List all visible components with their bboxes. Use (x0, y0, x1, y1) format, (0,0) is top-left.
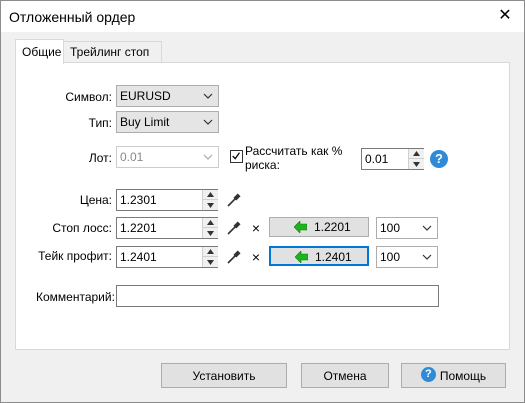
chevron-down-icon (203, 119, 213, 125)
take-profit-input[interactable]: 1.2401 (116, 246, 218, 268)
price-label: Цена: (79, 193, 112, 207)
symbol-value: EURUSD (120, 89, 171, 103)
chevron-down-icon (422, 254, 432, 260)
risk-percent-value: 0.01 (365, 152, 389, 166)
risk-percent-input[interactable]: 0.01 (361, 148, 424, 170)
take-profit-points-select[interactable]: 100 (376, 246, 438, 268)
cancel-button[interactable]: Отмена (301, 363, 389, 388)
price-input[interactable]: 1.2301 (116, 189, 218, 211)
take-profit-points-value: 100 (380, 250, 401, 264)
stop-loss-price-button[interactable]: 1.2201 (269, 217, 369, 237)
spin-down-icon[interactable] (203, 200, 218, 210)
lot-label: Лот: (88, 151, 112, 165)
clear-stop-loss-icon[interactable]: × (249, 221, 263, 235)
chevron-down-icon (203, 154, 213, 160)
tab-general[interactable]: Общие (15, 39, 64, 64)
window-title: Отложенный ордер (9, 9, 136, 25)
set-button[interactable]: Установить (161, 363, 287, 388)
tab-trailing-stop[interactable]: Трейлинг стоп (63, 41, 162, 63)
stop-loss-points-value: 100 (380, 221, 401, 235)
symbol-label: Символ: (65, 90, 112, 104)
spin-up-icon[interactable] (203, 218, 218, 228)
pipette-icon[interactable] (226, 249, 242, 265)
chevron-down-icon (422, 225, 432, 231)
risk-checkbox[interactable] (230, 150, 243, 163)
checkmark-icon (232, 152, 240, 160)
clear-take-profit-icon[interactable]: × (249, 250, 263, 264)
spin-down-icon[interactable] (203, 257, 218, 267)
pipette-icon[interactable] (226, 220, 242, 236)
type-label: Тип: (88, 116, 112, 130)
stop-loss-points-select[interactable]: 100 (376, 217, 438, 239)
pipette-icon[interactable] (226, 192, 242, 208)
stop-loss-button-value: 1.2201 (314, 220, 351, 234)
close-icon[interactable]: ✕ (496, 7, 514, 25)
spin-up-icon[interactable] (203, 190, 218, 200)
arrow-left-icon (295, 251, 308, 263)
spin-up-icon[interactable] (409, 149, 424, 159)
take-profit-button-value: 1.2401 (315, 250, 352, 264)
lot-select: 0.01 (116, 146, 219, 168)
risk-label-line1: Рассчитать как % (245, 144, 343, 158)
spin-down-icon[interactable] (203, 228, 218, 238)
stop-loss-label: Стоп лосс: (52, 221, 112, 235)
help-button[interactable]: ? Помощь (401, 363, 506, 388)
chevron-down-icon (203, 93, 213, 99)
stop-loss-value: 1.2201 (120, 221, 157, 235)
comment-input[interactable] (116, 285, 439, 307)
type-value: Buy Limit (120, 115, 170, 129)
help-icon: ? (420, 367, 436, 383)
pending-order-dialog: Отложенный ордер ✕ Общие Трейлинг стоп С… (0, 0, 525, 403)
take-profit-price-button[interactable]: 1.2401 (269, 246, 369, 266)
help-button-label: Помощь (439, 369, 487, 383)
title-bar: Отложенный ордер ✕ (1, 1, 524, 32)
lot-value: 0.01 (120, 150, 144, 164)
type-select[interactable]: Buy Limit (116, 111, 219, 133)
spin-up-icon[interactable] (203, 247, 218, 257)
price-value: 1.2301 (120, 193, 157, 207)
take-profit-label: Тейк профит: (38, 249, 112, 263)
take-profit-value: 1.2401 (120, 250, 157, 264)
risk-label-line2: риска: (245, 158, 280, 172)
help-icon[interactable]: ? (430, 150, 448, 168)
stop-loss-input[interactable]: 1.2201 (116, 217, 218, 239)
symbol-select[interactable]: EURUSD (116, 85, 219, 107)
arrow-left-icon (294, 221, 307, 233)
comment-label: Комментарий: (36, 290, 115, 304)
general-panel: Символ: EURUSD Тип: Buy Limit Лот: 0.01 … (15, 62, 510, 350)
spin-down-icon[interactable] (409, 159, 424, 169)
